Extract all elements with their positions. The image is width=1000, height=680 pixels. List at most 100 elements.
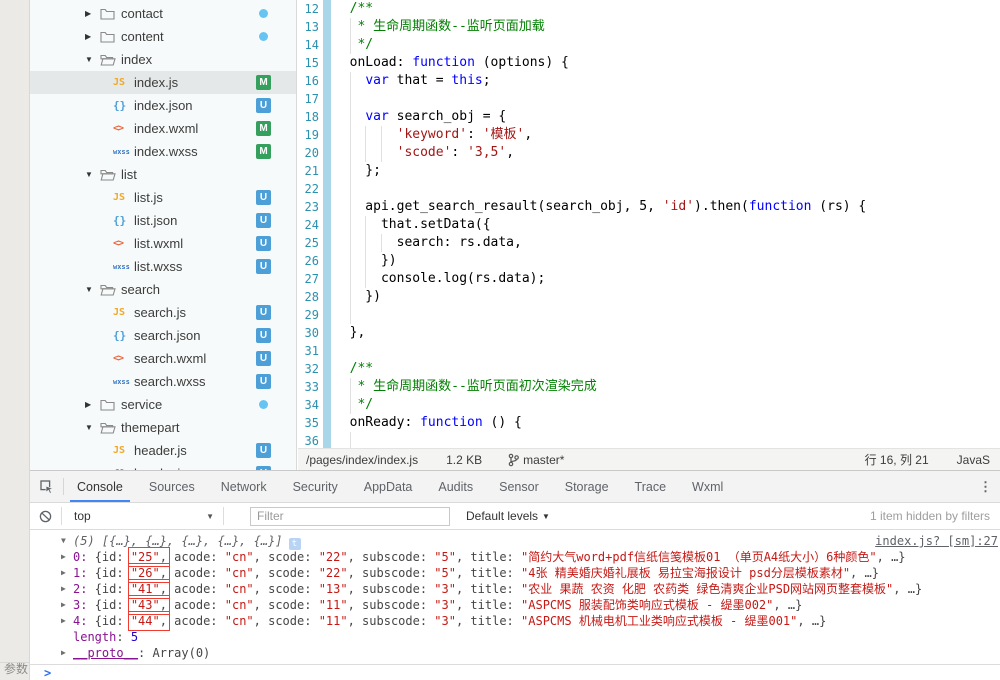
- line-number[interactable]: 27: [298, 270, 323, 288]
- line-number[interactable]: 15: [298, 54, 323, 72]
- expand-caret-icon[interactable]: ▶: [61, 597, 66, 613]
- tree-item-list.js[interactable]: JSlist.jsU: [30, 186, 296, 209]
- console-row-4[interactable]: ▶4: {id: "44", acode: "cn", scode: "11",…: [30, 613, 1000, 629]
- line-number[interactable]: 36: [298, 432, 323, 448]
- tab-wxml[interactable]: Wxml: [679, 471, 736, 502]
- tree-item-contact[interactable]: ▶contact: [30, 2, 296, 25]
- line-number[interactable]: 21: [298, 162, 323, 180]
- code-line-36[interactable]: 36: [298, 432, 1000, 448]
- code-line-27[interactable]: 27 console.log(rs.data);: [298, 270, 1000, 288]
- tab-storage[interactable]: Storage: [552, 471, 622, 502]
- tree-item-search.js[interactable]: JSsearch.jsU: [30, 301, 296, 324]
- collapse-caret-icon[interactable]: ▼: [61, 533, 66, 549]
- expand-arrow-icon[interactable]: ▶: [85, 9, 100, 18]
- tab-console[interactable]: Console: [64, 471, 136, 502]
- line-number[interactable]: 19: [298, 126, 323, 144]
- tree-item-search[interactable]: ▼search: [30, 278, 296, 301]
- line-number[interactable]: 12: [298, 0, 323, 18]
- tree-item-list.json[interactable]: {}list.jsonU: [30, 209, 296, 232]
- line-number[interactable]: 25: [298, 234, 323, 252]
- tree-item-list.wxml[interactable]: <>list.wxmlU: [30, 232, 296, 255]
- console-array-preview[interactable]: ▼(5) [{…}, {…}, {…}, {…}, {…}]tindex.js?…: [30, 533, 1000, 549]
- collapse-arrow-icon[interactable]: ▼: [85, 170, 100, 179]
- more-options-icon[interactable]: ⋮: [979, 471, 992, 502]
- line-number[interactable]: 18: [298, 108, 323, 126]
- expand-caret-icon[interactable]: ▶: [61, 645, 66, 661]
- tree-item-index[interactable]: ▼index: [30, 48, 296, 71]
- code-line-32[interactable]: 32 /**: [298, 360, 1000, 378]
- tree-item-index.wxss[interactable]: wxssindex.wxssM: [30, 140, 296, 163]
- expand-arrow-icon[interactable]: ▶: [85, 32, 100, 41]
- tree-item-search.wxss[interactable]: wxsssearch.wxssU: [30, 370, 296, 393]
- code-line-15[interactable]: 15 onLoad: function (options) {: [298, 54, 1000, 72]
- code-line-26[interactable]: 26 }): [298, 252, 1000, 270]
- expand-caret-icon[interactable]: ▶: [61, 549, 66, 565]
- code-line-17[interactable]: 17: [298, 90, 1000, 108]
- code-line-28[interactable]: 28 }): [298, 288, 1000, 306]
- line-number[interactable]: 23: [298, 198, 323, 216]
- code-line-14[interactable]: 14 */: [298, 36, 1000, 54]
- console-source-link[interactable]: index.js? [sm]:27: [875, 533, 998, 549]
- console-prompt[interactable]: >: [30, 664, 1000, 680]
- line-number[interactable]: 26: [298, 252, 323, 270]
- tab-security[interactable]: Security: [280, 471, 351, 502]
- code-line-24[interactable]: 24 that.setData({: [298, 216, 1000, 234]
- line-number[interactable]: 22: [298, 180, 323, 198]
- code-line-16[interactable]: 16 var that = this;: [298, 72, 1000, 90]
- code-line-21[interactable]: 21 };: [298, 162, 1000, 180]
- code-line-20[interactable]: 20 'scode': '3,5',: [298, 144, 1000, 162]
- line-number[interactable]: 16: [298, 72, 323, 90]
- code-line-30[interactable]: 30 },: [298, 324, 1000, 342]
- tab-trace[interactable]: Trace: [622, 471, 680, 502]
- tree-item-list[interactable]: ▼list: [30, 163, 296, 186]
- code-line-25[interactable]: 25 search: rs.data,: [298, 234, 1000, 252]
- collapse-arrow-icon[interactable]: ▼: [85, 423, 100, 432]
- line-number[interactable]: 31: [298, 342, 323, 360]
- console-proto-row[interactable]: ▶__proto__: Array(0): [30, 645, 1000, 661]
- tab-sensor[interactable]: Sensor: [486, 471, 552, 502]
- collapse-arrow-icon[interactable]: ▼: [85, 285, 100, 294]
- tab-network[interactable]: Network: [208, 471, 280, 502]
- code-line-35[interactable]: 35 onReady: function () {: [298, 414, 1000, 432]
- execution-context-dropdown[interactable]: top ▼: [74, 509, 214, 523]
- collapse-arrow-icon[interactable]: ▼: [85, 55, 100, 64]
- line-number[interactable]: 13: [298, 18, 323, 36]
- expand-caret-icon[interactable]: ▶: [61, 565, 66, 581]
- code-line-23[interactable]: 23 api.get_search_resault(search_obj, 5,…: [298, 198, 1000, 216]
- tree-item-search.json[interactable]: {}search.jsonU: [30, 324, 296, 347]
- tree-item-list.wxss[interactable]: wxsslist.wxssU: [30, 255, 296, 278]
- code-line-19[interactable]: 19 'keyword': '模板',: [298, 126, 1000, 144]
- line-number[interactable]: 32: [298, 360, 323, 378]
- tab-audits[interactable]: Audits: [425, 471, 486, 502]
- console-row-0[interactable]: ▶0: {id: "25", acode: "cn", scode: "22",…: [30, 549, 1000, 565]
- code-line-29[interactable]: 29: [298, 306, 1000, 324]
- tree-item-index.wxml[interactable]: <>index.wxmlM: [30, 117, 296, 140]
- tree-item-header.json[interactable]: {}header.jsonU: [30, 462, 296, 470]
- code-line-22[interactable]: 22: [298, 180, 1000, 198]
- line-number[interactable]: 29: [298, 306, 323, 324]
- line-number[interactable]: 33: [298, 378, 323, 396]
- console-row-1[interactable]: ▶1: {id: "26", acode: "cn", scode: "22",…: [30, 565, 1000, 581]
- line-number[interactable]: 24: [298, 216, 323, 234]
- language-mode[interactable]: JavaS: [957, 453, 990, 467]
- code-editor[interactable]: 12 /**13 * 生命周期函数--监听页面加载14 */15 onLoad:…: [298, 0, 1000, 448]
- code-line-31[interactable]: 31: [298, 342, 1000, 360]
- tree-item-index.json[interactable]: {}index.jsonU: [30, 94, 296, 117]
- git-branch-indicator[interactable]: master*: [508, 453, 564, 467]
- code-line-13[interactable]: 13 * 生命周期函数--监听页面加载: [298, 18, 1000, 36]
- code-line-33[interactable]: 33 * 生命周期函数--监听页面初次渲染完成: [298, 378, 1000, 396]
- tab-sources[interactable]: Sources: [136, 471, 208, 502]
- log-levels-dropdown[interactable]: Default levels ▼: [466, 509, 550, 523]
- console-row-2[interactable]: ▶2: {id: "41", acode: "cn", scode: "13",…: [30, 581, 1000, 597]
- clear-console-button[interactable]: [39, 510, 52, 523]
- line-number[interactable]: 14: [298, 36, 323, 54]
- line-number[interactable]: 35: [298, 414, 323, 432]
- expand-arrow-icon[interactable]: ▶: [85, 400, 100, 409]
- line-number[interactable]: 34: [298, 396, 323, 414]
- inspect-element-button[interactable]: [30, 471, 63, 502]
- tree-item-content[interactable]: ▶content: [30, 25, 296, 48]
- params-cell[interactable]: 参数: [0, 662, 29, 680]
- tree-item-header.js[interactable]: JSheader.jsU: [30, 439, 296, 462]
- line-number[interactable]: 17: [298, 90, 323, 108]
- code-line-18[interactable]: 18 var search_obj = {: [298, 108, 1000, 126]
